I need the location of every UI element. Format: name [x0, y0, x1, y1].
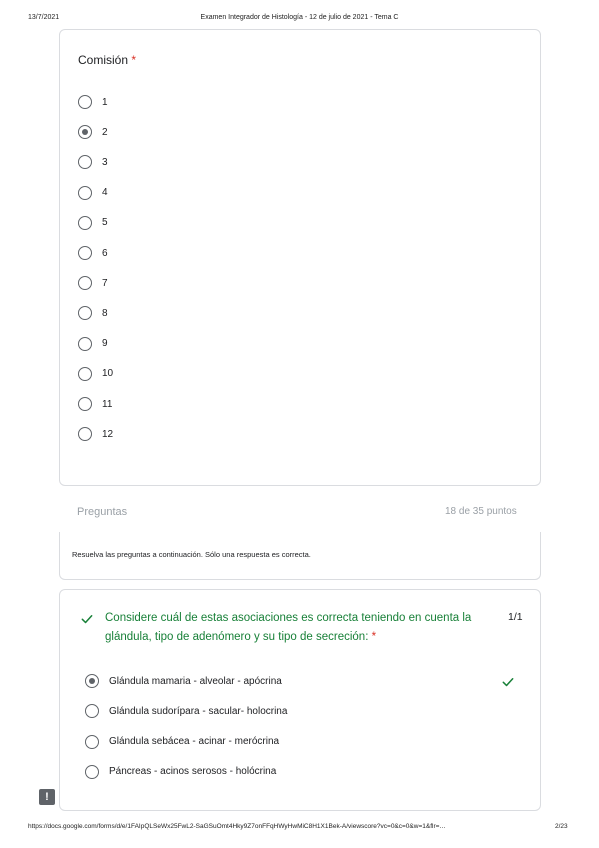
comision-option-label: 9 [102, 338, 108, 350]
comision-option[interactable]: 10 [78, 365, 113, 383]
answer-option-label: Glándula mamaria - alveolar - apócrina [109, 675, 282, 687]
comision-option-label: 6 [102, 247, 108, 259]
radio-icon[interactable] [78, 427, 92, 442]
answer-option[interactable]: Glándula sebácea - acinar - merócrina [85, 734, 279, 750]
answer-option-label: Glándula sebácea - acinar - merócrina [109, 736, 280, 748]
required-mark: * [131, 53, 137, 67]
radio-icon[interactable] [78, 95, 92, 109]
section-description-card: Resuelva las preguntas a continuación. S… [59, 532, 541, 580]
comision-option[interactable]: 2 [78, 123, 108, 141]
comision-option-label: 5 [102, 217, 108, 229]
section-points: 18 de 35 puntos [445, 506, 517, 517]
comision-option[interactable]: 4 [78, 184, 108, 202]
comision-label: Comisión [78, 53, 129, 67]
check-icon [81, 615, 93, 624]
correct-answer-check-icon [502, 678, 514, 687]
print-page-number: 2/23 [555, 823, 568, 830]
section-description: Resuelva las preguntas a continuación. S… [72, 550, 311, 559]
radio-icon[interactable] [78, 215, 92, 230]
answer-option[interactable]: Páncreas - acinos serosos - holócrina [85, 764, 276, 780]
radio-icon[interactable] [78, 276, 92, 291]
radio-icon[interactable] [78, 366, 92, 381]
comision-option-label: 8 [102, 307, 108, 319]
comision-card: Comisión * 1 2 3 4 5 6 7 8 9 10 11 12 [59, 29, 541, 486]
radio-icon[interactable] [78, 336, 92, 351]
comision-option[interactable]: 11 [78, 395, 112, 413]
comision-option-label: 3 [102, 156, 108, 168]
comision-option[interactable]: 7 [78, 274, 108, 292]
answer-option-label: Páncreas - acinos serosos - holócrina [109, 766, 277, 778]
comision-option[interactable]: 6 [78, 244, 108, 262]
comision-option-label: 4 [102, 187, 108, 199]
radio-icon[interactable] [78, 306, 92, 321]
section-title: Preguntas [77, 506, 128, 518]
radio-icon[interactable] [78, 246, 92, 260]
print-title: Examen Integrador de Histología - 12 de … [200, 14, 399, 21]
question-label: Considere cuál de estas asociaciones es … [105, 612, 472, 643]
comision-option[interactable]: 12 [78, 425, 113, 443]
question-score: 1/1 [508, 611, 523, 623]
question-text: Considere cuál de estas asociaciones es … [105, 609, 505, 647]
answer-option[interactable]: Glándula sudorípara - sacular- holocrina [85, 703, 287, 719]
question-card: Considere cuál de estas asociaciones es … [59, 589, 541, 811]
comision-option-label: 2 [102, 126, 108, 138]
comision-option-label: 12 [102, 428, 114, 440]
radio-icon[interactable] [85, 734, 99, 749]
radio-icon[interactable] [78, 185, 92, 200]
required-mark: * [371, 631, 377, 643]
radio-selected-icon[interactable] [78, 125, 92, 140]
radio-icon[interactable] [78, 397, 92, 411]
comision-option-label: 11 [102, 398, 113, 410]
comision-option[interactable]: 1 [78, 93, 108, 111]
comision-option[interactable]: 3 [78, 153, 108, 171]
radio-icon[interactable] [85, 764, 99, 779]
comision-option[interactable]: 9 [78, 335, 108, 353]
answer-option-label: Glándula sudorípara - sacular- holocrina [109, 705, 288, 717]
radio-selected-icon[interactable] [85, 674, 99, 688]
comision-option-label: 1 [102, 96, 108, 108]
comision-option-label: 7 [102, 277, 108, 289]
answer-option[interactable]: Glándula mamaria - alveolar - apócrina [85, 673, 282, 689]
radio-icon[interactable] [85, 704, 99, 719]
print-url: https://docs.google.com/forms/d/e/1FAIpQ… [28, 823, 446, 830]
radio-icon[interactable] [78, 155, 92, 170]
comision-question: Comisión * [78, 53, 136, 67]
comision-option[interactable]: 8 [78, 304, 108, 322]
feedback-icon[interactable]: ! [39, 789, 55, 805]
comision-option-label: 10 [102, 368, 114, 380]
comision-option[interactable]: 5 [78, 214, 108, 232]
